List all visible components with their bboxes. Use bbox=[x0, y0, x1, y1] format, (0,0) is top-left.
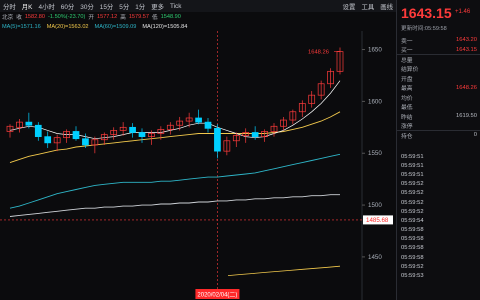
last-price: 1643.15 bbox=[401, 5, 452, 21]
quote-row-value: 1619.50 bbox=[456, 113, 477, 120]
quote-row-value: 1648.26 bbox=[456, 84, 477, 91]
quote-row-label: 买一 bbox=[401, 48, 413, 55]
high-price-label: 1648.26 bbox=[308, 49, 329, 55]
quote-row-label: 均价 bbox=[401, 95, 413, 102]
tick-time: 05:59:51 bbox=[401, 153, 424, 160]
candle-body bbox=[25, 121, 33, 126]
date-flag-label: 2020/02/04(二) bbox=[197, 293, 237, 299]
quote-row: 最低 bbox=[397, 102, 480, 112]
tick-time: 05:59:52 bbox=[401, 199, 424, 206]
candle-body bbox=[214, 127, 221, 152]
candle-body bbox=[195, 117, 202, 123]
quote-row: 开盘 bbox=[397, 73, 480, 83]
quote-row-label: 涨停 bbox=[401, 124, 413, 131]
candlestick-chart[interactable]: 1650 1600 1550 1500 1450 1485.68 2020/02/04(二)… bbox=[0, 0, 396, 300]
quote-rows: 卖一 1643.20 买一 1643.15 总量 结算价 开盘 最高 1648.26 均价 最低 昨结… bbox=[397, 35, 480, 140]
tick-time: 05:59:53 bbox=[401, 273, 424, 280]
tick-time: 05:59:51 bbox=[401, 162, 424, 169]
tick-time: 05:59:52 bbox=[401, 263, 424, 270]
candle-body bbox=[138, 132, 146, 137]
quote-row-value: 1643.15 bbox=[456, 46, 477, 53]
tick-time: 05:59:54 bbox=[401, 217, 424, 224]
quote-row: 昨结 1619.50 bbox=[397, 111, 480, 121]
candle-body bbox=[204, 121, 212, 129]
quote-row-label: 持仓 bbox=[401, 133, 413, 140]
tick-time: 05:59:58 bbox=[401, 245, 424, 252]
price-flag-label: 1485.68 bbox=[366, 217, 389, 224]
quote-row: 涨停 bbox=[397, 121, 480, 131]
tick-time: 05:59:58 bbox=[401, 227, 424, 234]
quote-row-value: 1643.20 bbox=[456, 37, 477, 44]
tick-time: 05:59:52 bbox=[401, 208, 424, 215]
tick-time: 05:59:58 bbox=[401, 236, 424, 243]
quote-row: 均价 bbox=[397, 92, 480, 102]
candle-body bbox=[44, 136, 52, 144]
tick-list[interactable]: 05:59:51 05:59:51 05:59:51 05:59:52 05:59:52… bbox=[397, 152, 480, 281]
ma120-line bbox=[9, 194, 340, 217]
candle-body bbox=[34, 124, 42, 137]
quote-row-label: 最低 bbox=[401, 105, 413, 112]
tick-time: 05:59:52 bbox=[401, 181, 424, 188]
quote-row-label: 最高 bbox=[401, 86, 413, 93]
update-time: 更新时间:05:59:58 bbox=[401, 26, 447, 32]
quote-row-value: 0 bbox=[473, 132, 477, 139]
lower-indicator-line bbox=[227, 265, 341, 276]
quote-row: 总量 bbox=[397, 54, 480, 64]
quote-row-label: 昨结 bbox=[401, 114, 413, 121]
y-tick-label: 1650 bbox=[368, 47, 382, 54]
quote-row-label: 总量 bbox=[401, 57, 413, 64]
candle-body bbox=[129, 126, 136, 133]
candle-body bbox=[251, 132, 259, 137]
quote-row: 卖一 1643.20 bbox=[397, 35, 480, 45]
y-tick-label: 1550 bbox=[368, 150, 382, 157]
quote-row: 最高 1648.26 bbox=[397, 83, 480, 93]
y-tick-label: 1600 bbox=[368, 98, 382, 105]
quote-row-label: 结算价 bbox=[401, 67, 419, 74]
quote-row-label: 开盘 bbox=[401, 76, 413, 83]
tick-time: 05:59:51 bbox=[401, 171, 424, 178]
tick-time: 05:59:52 bbox=[401, 190, 424, 197]
quote-side-panel: 1643.15 +1.46 更新时间:05:59:58 卖一 1643.20 买一 1… bbox=[396, 0, 480, 300]
ma20-line bbox=[9, 111, 341, 164]
price-change: +1.46 bbox=[455, 9, 471, 15]
quote-row-label: 卖一 bbox=[401, 38, 413, 45]
quote-row: 结算价 bbox=[397, 64, 480, 74]
ma60-line bbox=[9, 153, 341, 209]
tick-time: 05:59:58 bbox=[401, 254, 424, 261]
y-tick-label: 1450 bbox=[368, 254, 382, 261]
y-tick-label: 1500 bbox=[368, 202, 382, 209]
quote-row: 持仓 0 bbox=[397, 130, 480, 140]
candle-body bbox=[82, 138, 89, 146]
quote-row: 买一 1643.15 bbox=[397, 45, 480, 55]
candle-body bbox=[72, 131, 80, 140]
